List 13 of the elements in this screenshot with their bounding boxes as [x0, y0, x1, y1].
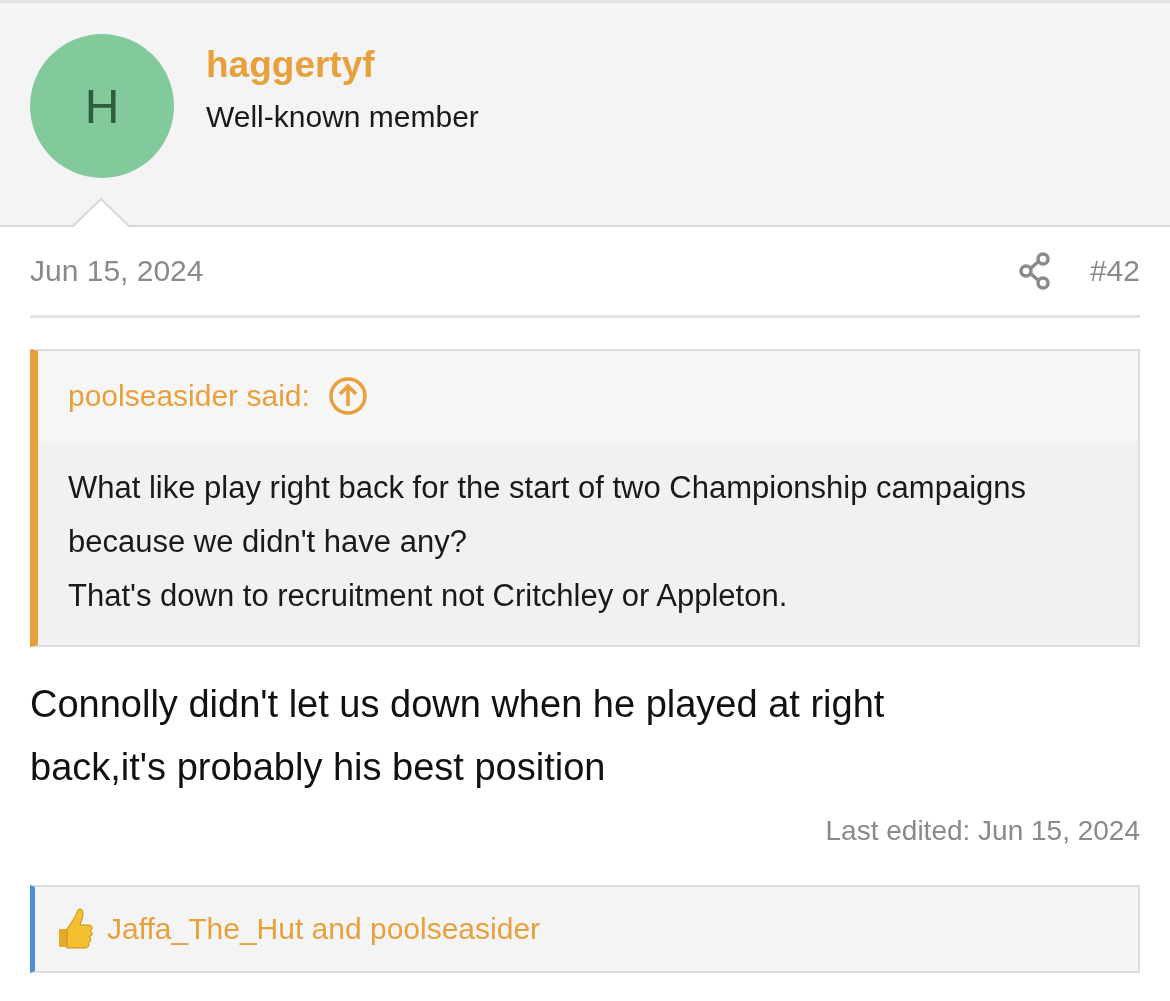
last-edited: Last edited: Jun 15, 2024: [824, 815, 1140, 847]
reactions-link[interactable]: Jaffa_The_Hut and poolseasider: [107, 912, 541, 946]
avatar[interactable]: H: [30, 34, 174, 178]
username[interactable]: haggertyf: [206, 44, 479, 86]
quote-author[interactable]: poolseasider said:: [68, 379, 310, 413]
quote-text: What like play right back for the start of two Championship campaigns because we didn't have any?: [68, 469, 1027, 561]
share-icon[interactable]: [1017, 252, 1052, 290]
user-title: Well-known member: [206, 100, 479, 134]
message-text: Connolly didn't let us down when he played at right back,it's probably his best position: [30, 682, 886, 790]
post-date[interactable]: Jun 15, 2024: [30, 254, 204, 288]
quote-text: That's down to recruitment not Critchley or Appleton.: [68, 577, 789, 615]
post-number[interactable]: #42: [1089, 254, 1140, 288]
arrow-up-icon[interactable]: [327, 376, 368, 416]
